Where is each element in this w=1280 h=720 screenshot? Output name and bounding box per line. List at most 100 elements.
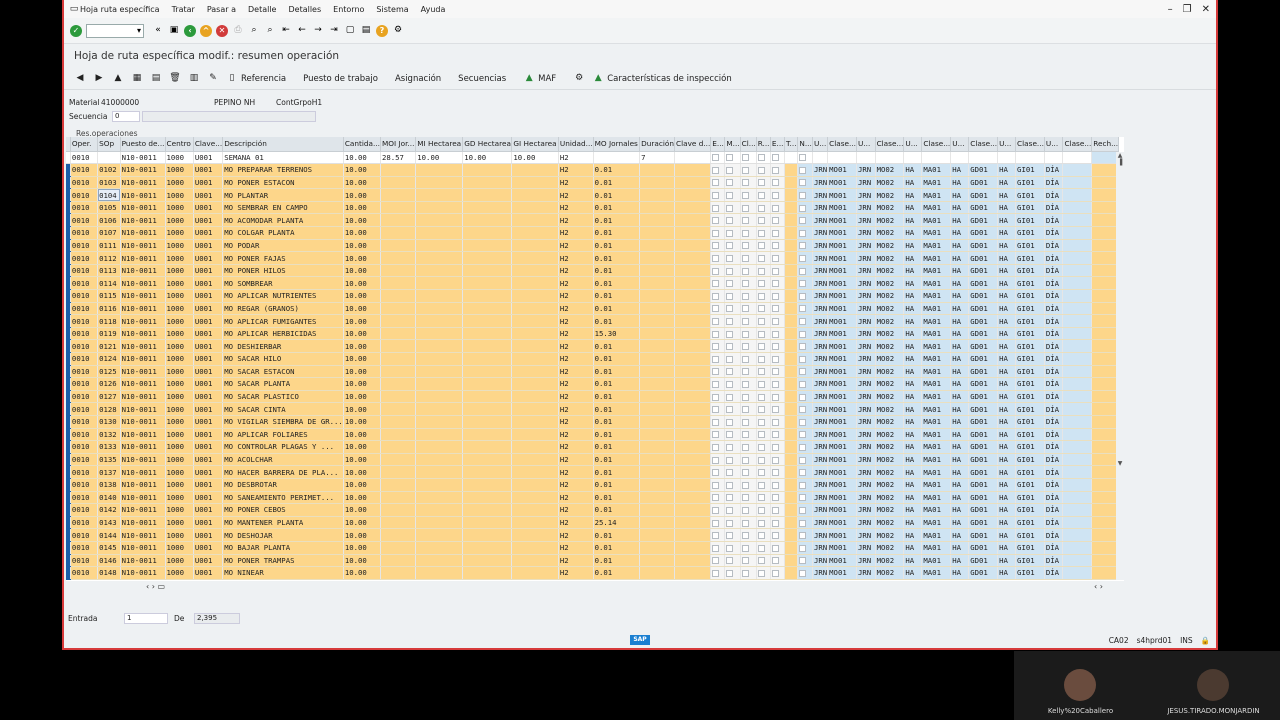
cell-rech[interactable] <box>1091 453 1120 467</box>
checkbox[interactable] <box>741 494 749 502</box>
cell-rech[interactable] <box>1091 302 1120 316</box>
cell-clase3[interactable]: MA01 <box>921 402 952 416</box>
cell-moi[interactable] <box>380 251 417 265</box>
checkbox-cell[interactable] <box>797 566 813 580</box>
cell-puesto[interactable]: N10-0011 <box>120 239 166 253</box>
checkbox[interactable] <box>771 229 779 237</box>
cell-u1[interactable]: JRN <box>812 264 829 278</box>
cell-u1[interactable]: JRN <box>812 352 829 366</box>
cell-gi[interactable] <box>511 289 559 303</box>
checkbox-cell[interactable] <box>756 465 771 479</box>
checkbox[interactable] <box>712 242 720 250</box>
cell-u3[interactable]: HA <box>903 390 923 404</box>
checkbox[interactable] <box>726 557 734 565</box>
cell-u2[interactable]: JRN <box>856 251 876 265</box>
cell-u3[interactable]: HA <box>903 289 923 303</box>
cell-u6[interactable]: DÍA <box>1044 188 1064 202</box>
cell-centro[interactable]: 1000 <box>165 541 194 555</box>
cell-clase4[interactable]: GD01 <box>968 201 999 215</box>
cell-desc[interactable]: MO VIGILAR SIEMBRA DE GR... <box>222 415 344 429</box>
cell-moi[interactable] <box>380 491 417 505</box>
cell-clase1[interactable]: MO01 <box>827 327 857 341</box>
checkbox-cell[interactable] <box>724 415 741 429</box>
cell-gd[interactable] <box>462 302 513 316</box>
cell-moi[interactable] <box>380 339 417 353</box>
cell-centro[interactable]: 1000 <box>165 176 194 190</box>
cell-clase5[interactable]: GI01 <box>1015 339 1045 353</box>
cell-clase2[interactable]: MO02 <box>875 465 905 479</box>
checkbox-cell[interactable] <box>756 213 771 228</box>
checkbox[interactable] <box>757 519 765 527</box>
checkbox[interactable] <box>771 255 779 263</box>
checkbox-cell[interactable] <box>710 302 726 316</box>
cell-puesto[interactable]: N10-0011 <box>120 566 166 580</box>
checkbox-cell[interactable] <box>710 428 726 442</box>
table-row[interactable]: 0010 0113 N10-0011 1000 U001 MO PONER HILOS 10… <box>66 264 1124 278</box>
cell-u4[interactable]: HA <box>950 201 970 215</box>
checkbox[interactable] <box>799 506 807 514</box>
checkbox-cell[interactable] <box>740 188 757 202</box>
cell-clase1[interactable]: MO01 <box>827 314 857 328</box>
cell-u1[interactable]: JRN <box>812 465 829 479</box>
minimize-icon[interactable]: – <box>1168 4 1173 15</box>
cell-clase2[interactable]: MO02 <box>875 314 905 328</box>
checkbox-cell[interactable] <box>710 365 726 379</box>
cell-clave[interactable]: U001 <box>193 327 224 341</box>
cell-clave[interactable]: U001 <box>193 503 224 517</box>
cell-mi[interactable] <box>415 226 464 240</box>
cell-desc[interactable]: MO SOMBREAR <box>222 276 344 291</box>
cell-clase1[interactable]: MO01 <box>827 226 857 240</box>
checkbox-cell[interactable] <box>710 201 726 215</box>
checkbox[interactable] <box>741 292 749 300</box>
cell-clase5[interactable]: GI01 <box>1015 390 1045 404</box>
checkbox[interactable] <box>741 166 749 174</box>
system-id[interactable]: CA02 <box>1109 636 1129 645</box>
cell-gi[interactable] <box>511 276 559 291</box>
cell-cant[interactable]: 10.00 <box>343 428 381 442</box>
column-header[interactable]: Oper. <box>70 137 99 152</box>
cell-clase4[interactable]: GD01 <box>968 302 999 316</box>
cell-t[interactable] <box>784 163 799 177</box>
cell-unidad[interactable]: H2 <box>558 213 594 228</box>
cell-clave-d[interactable] <box>674 390 712 404</box>
checkbox[interactable] <box>757 255 765 263</box>
cell-clase2[interactable]: MO02 <box>875 503 905 517</box>
cell-mo[interactable]: 0.01 <box>593 503 641 517</box>
checkbox-cell[interactable] <box>770 302 785 316</box>
cell-centro[interactable]: 1000 <box>165 465 194 479</box>
cell-oper[interactable]: 0010 <box>70 453 99 467</box>
cell-puesto[interactable]: N10-0011 <box>120 302 166 316</box>
checkbox-cell[interactable] <box>740 264 757 278</box>
cell-u5[interactable]: HA <box>997 365 1017 379</box>
cell-cant[interactable]: 10.00 <box>343 503 381 517</box>
cell-mi[interactable] <box>415 302 464 316</box>
checkbox[interactable] <box>712 229 720 237</box>
checkbox-cell[interactable] <box>724 239 741 253</box>
checkbox[interactable] <box>757 267 765 275</box>
cell-u3[interactable]: HA <box>903 302 923 316</box>
cell-gi[interactable] <box>511 176 559 190</box>
cell-sop[interactable]: 0113 <box>97 264 121 278</box>
checkbox-cell[interactable] <box>724 226 741 240</box>
checkbox[interactable] <box>757 355 765 363</box>
cell-clase1[interactable]: MO01 <box>827 188 857 202</box>
cell-centro[interactable]: 1000 <box>165 554 194 568</box>
column-header[interactable]: U... <box>812 137 829 152</box>
cell-u4[interactable]: HA <box>950 365 970 379</box>
column-header[interactable]: Unidad... <box>558 137 594 152</box>
cell-mi[interactable] <box>415 440 464 454</box>
cell-oper[interactable]: 0010 <box>70 314 99 328</box>
cell-u3[interactable]: HA <box>903 440 923 454</box>
checkbox-cell[interactable] <box>797 365 813 379</box>
prev-page-icon[interactable]: ← <box>296 25 308 37</box>
cell-gd[interactable] <box>462 339 513 353</box>
cell-clave-d[interactable] <box>674 541 712 555</box>
checkbox[interactable] <box>726 318 734 326</box>
cell-clase5[interactable]: GI01 <box>1015 188 1045 202</box>
cell-oper[interactable]: 0010 <box>70 163 99 177</box>
cell-sop[interactable]: 0106 <box>97 213 121 228</box>
cell-moi[interactable] <box>380 276 417 291</box>
cell-clave[interactable]: U001 <box>193 428 224 442</box>
checkbox-cell[interactable] <box>770 226 785 240</box>
checkbox-cell[interactable] <box>756 239 771 253</box>
